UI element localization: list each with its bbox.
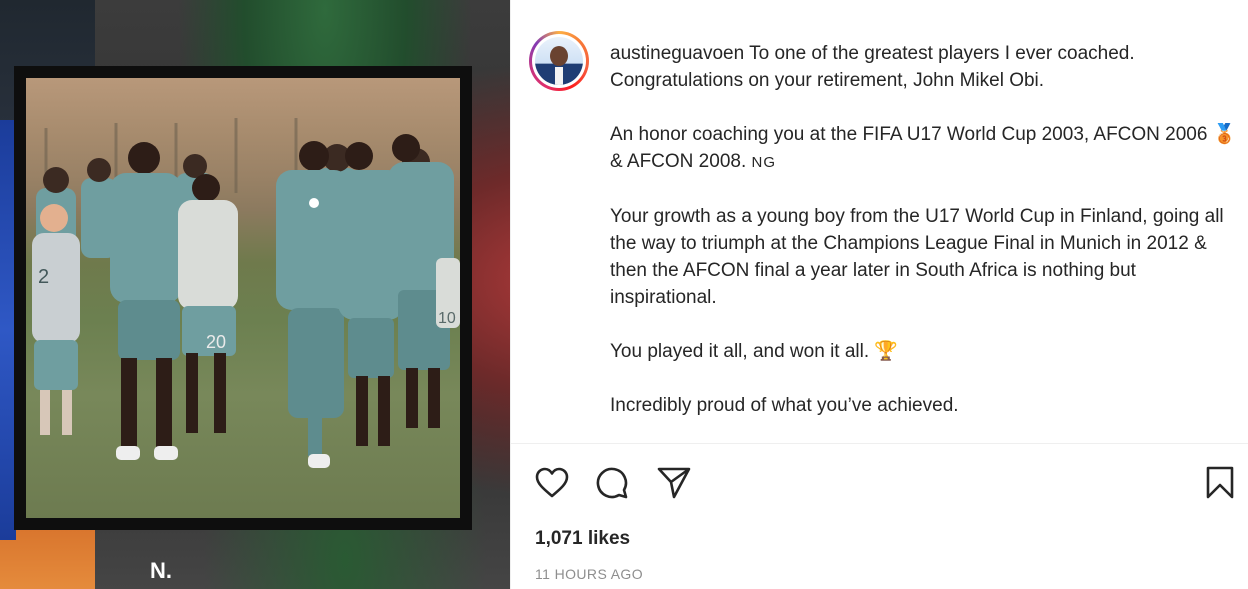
caption-paragraph-4: You played it all, and won it all. 🏆 — [610, 338, 1240, 365]
caption-paragraph-2: An honor coaching you at the FIFA U17 Wo… — [610, 121, 1240, 176]
trophy-emoji: 🏆 — [874, 341, 899, 362]
bookmark-icon — [1206, 466, 1234, 499]
caption-text: An honor coaching you at the FIFA U17 Wo… — [610, 124, 1208, 145]
like-button[interactable] — [535, 466, 569, 500]
username-link[interactable]: austineguavoen — [610, 43, 744, 64]
post-caption: austineguavoen To one of the greatest pl… — [610, 40, 1240, 446]
avatar-shirt — [555, 67, 563, 85]
comment-button[interactable] — [595, 466, 629, 500]
story-avatar[interactable] — [529, 31, 589, 91]
photo-frame: 2 20 10 — [14, 66, 472, 530]
jersey-number: 10 — [438, 310, 456, 327]
caption-paragraph-3: Your growth as a young boy from the U17 … — [610, 206, 1224, 308]
team-training-photo: 2 20 10 — [26, 78, 460, 518]
post-media[interactable]: N. 2 20 10 — [0, 0, 510, 589]
caption-text: You played it all, and won it all. — [610, 341, 870, 362]
jersey-number: 2 — [38, 266, 49, 288]
likes-count[interactable]: 1,071 likes — [535, 528, 630, 550]
jersey-number: 20 — [206, 332, 226, 352]
bronze-medal-emoji: 🥉 — [1212, 124, 1237, 145]
post-details-panel: austineguavoen To one of the greatest pl… — [510, 0, 1248, 589]
save-button[interactable] — [1203, 466, 1237, 500]
avatar-head — [550, 46, 568, 66]
comment-icon — [596, 467, 628, 499]
caption-paragraph-5: Incredibly proud of what you’ve achieved… — [610, 395, 959, 416]
avatar-border — [532, 34, 586, 88]
action-bar — [535, 466, 1235, 500]
nigeria-flag-icon: NG — [751, 154, 777, 171]
post-timestamp[interactable]: 11 HOURS AGO — [535, 566, 643, 582]
caption-text: & AFCON 2008. — [610, 151, 747, 172]
paper-plane-icon — [657, 467, 691, 499]
caption-area: austineguavoen To one of the greatest pl… — [511, 0, 1248, 444]
avatar — [535, 37, 583, 85]
caption-paragraph-1: austineguavoen To one of the greatest pl… — [610, 40, 1240, 94]
share-button[interactable] — [657, 466, 691, 500]
background-jersey-letter: N. — [150, 558, 172, 583]
heart-icon — [535, 467, 569, 498]
players-illustration: 2 20 10 — [32, 118, 460, 468]
